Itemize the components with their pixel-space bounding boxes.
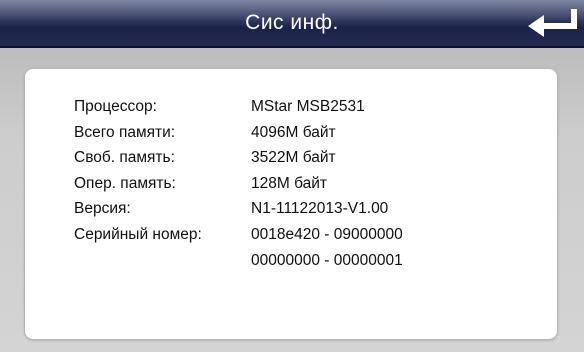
info-row-serial-cont: 00000000 - 00000001 [74, 248, 403, 274]
info-value: 128M байт [251, 174, 327, 192]
info-value: 00000000 - 00000001 [251, 251, 403, 269]
info-row-serial: Серийный номер: 0018e420 - 09000000 [74, 222, 403, 248]
title-bar: Сис инф. [0, 0, 584, 48]
info-row-free-memory: Своб. память: 3522M байт [74, 145, 403, 171]
info-value: N1-11122013-V1.00 [251, 200, 389, 218]
info-label: Своб. память: [74, 149, 175, 167]
info-row-total-memory: Всего памяти: 4096M байт [74, 120, 403, 146]
page-title: Сис инф. [245, 11, 339, 34]
info-value: MStar MSB2531 [251, 98, 365, 115]
info-label: Процессор: [74, 98, 157, 115]
info-value: 4096M байт [251, 123, 336, 141]
info-value: 0018e420 - 09000000 [251, 225, 403, 243]
info-label: Серийный номер: [74, 225, 202, 243]
info-label [74, 248, 251, 274]
info-row-processor: Процессор: MStar MSB2531 [74, 94, 403, 120]
info-value: 3522M байт [251, 149, 336, 167]
info-label: Версия: [74, 200, 131, 218]
info-label: Опер. память: [74, 174, 176, 192]
system-info-list: Процессор: MStar MSB2531 Всего памяти: 4… [74, 94, 403, 273]
info-row-version: Версия: N1-11122013-V1.00 [74, 196, 403, 222]
info-label: Всего памяти: [74, 123, 176, 141]
return-arrow-icon [528, 9, 577, 37]
back-button[interactable] [522, 6, 580, 40]
info-row-ram: Опер. память: 128M байт [74, 171, 403, 197]
